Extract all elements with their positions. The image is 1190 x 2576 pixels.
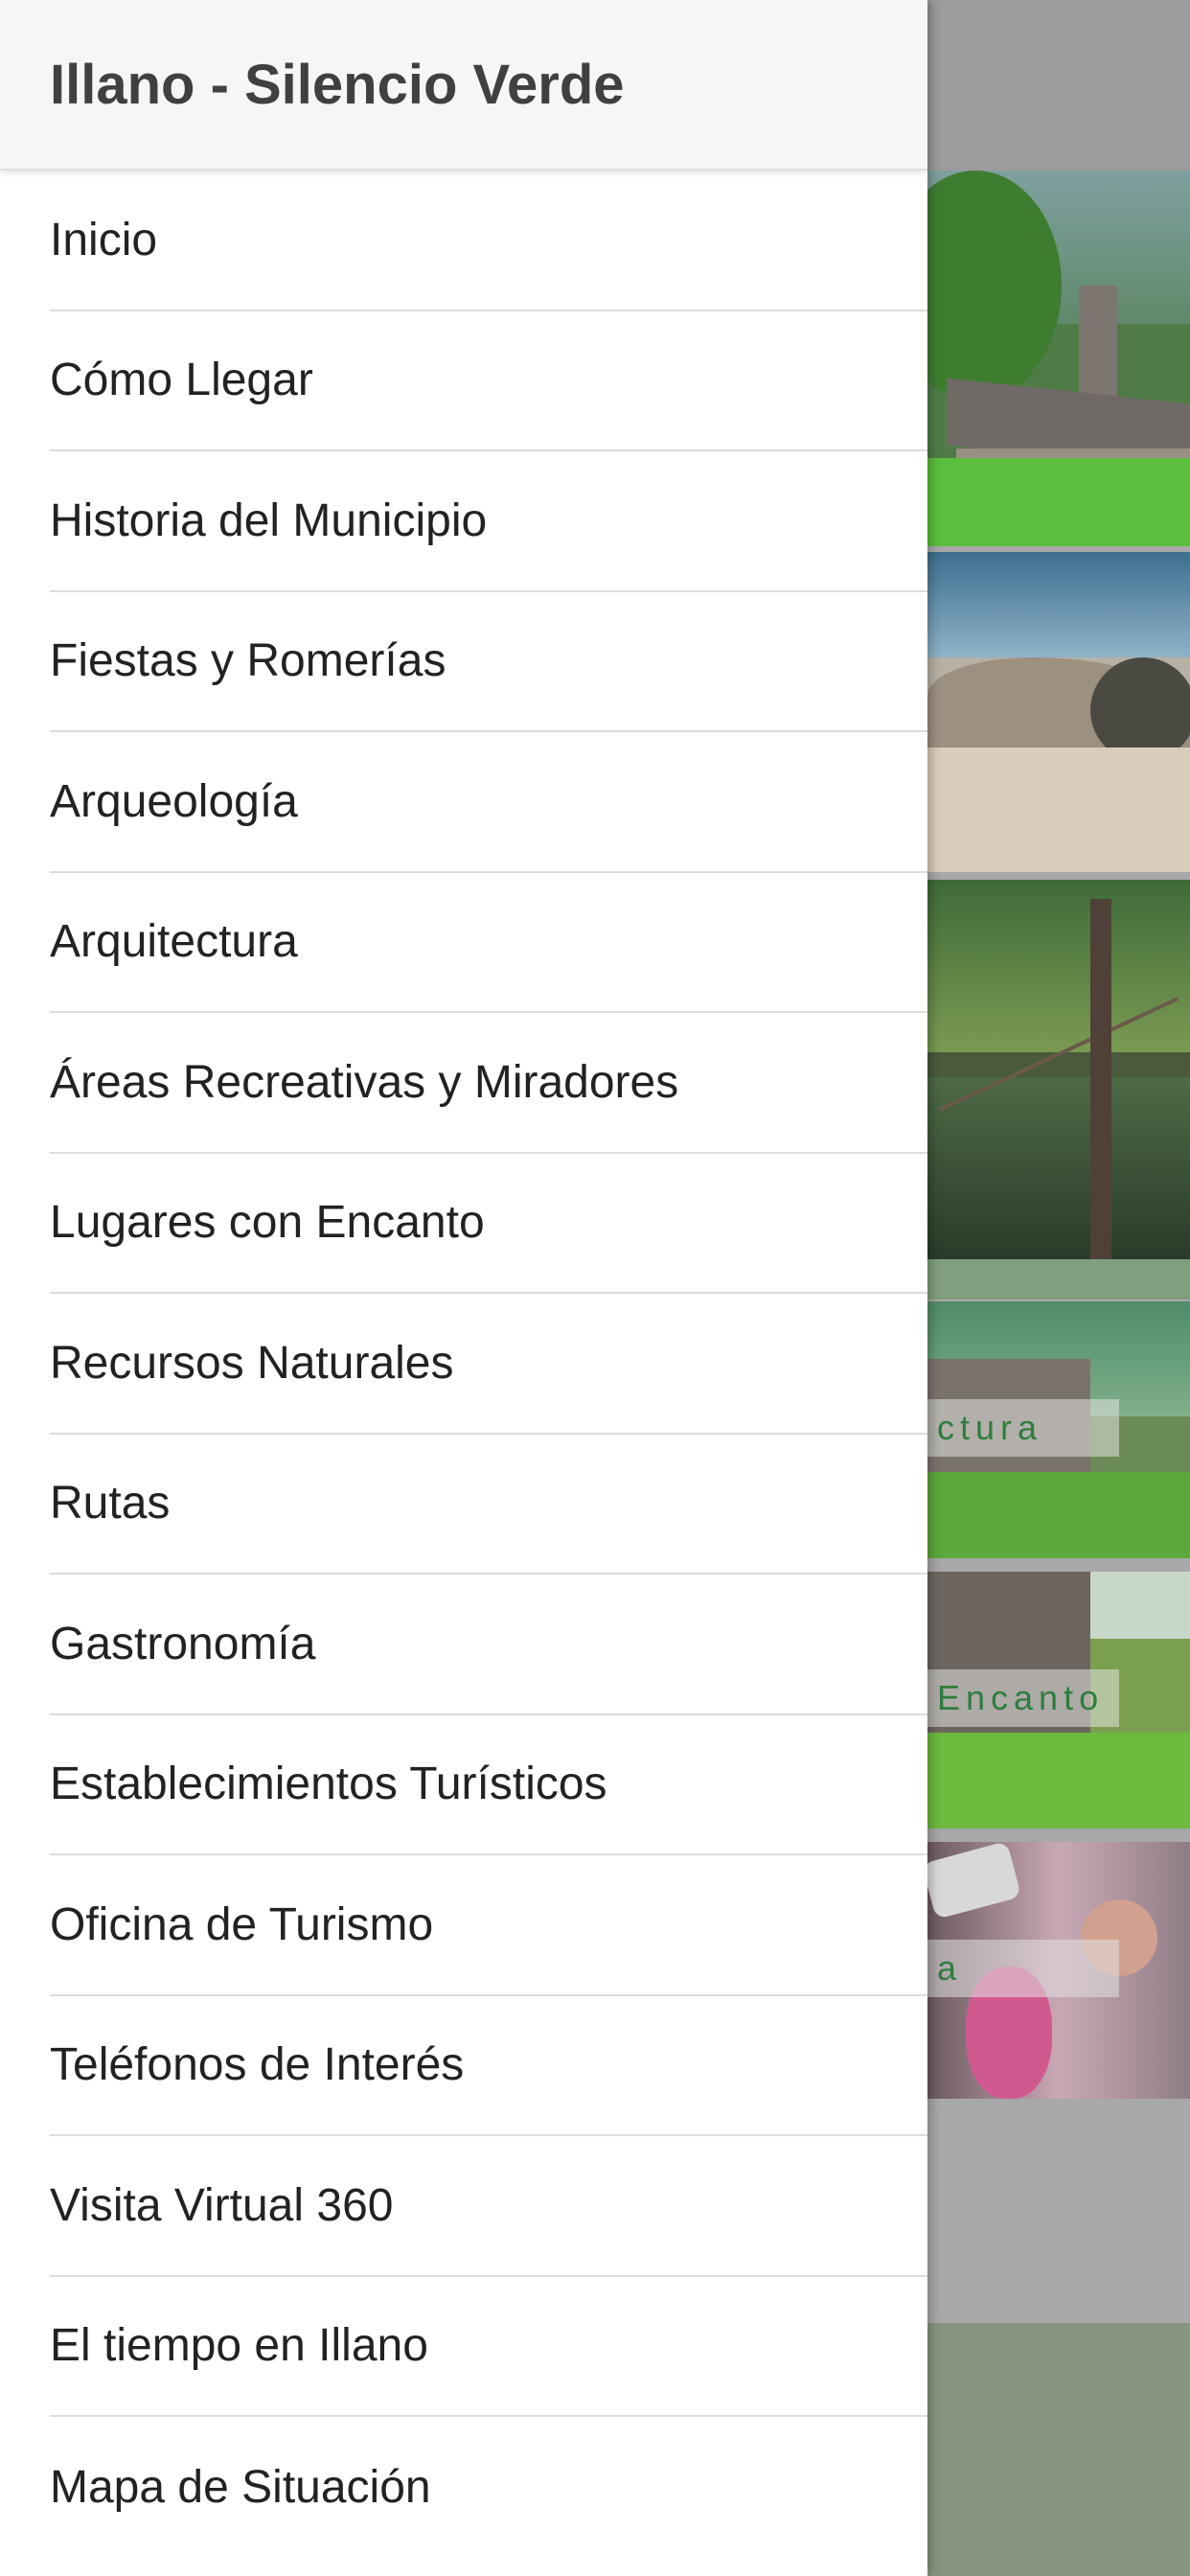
background-image-landscape	[927, 552, 1190, 872]
menu-item-oficina-turismo[interactable]: Oficina de Turismo	[50, 1855, 927, 1996]
menu-item-arqueologia[interactable]: Arqueología	[50, 732, 927, 873]
menu-item-areas-recreativas[interactable]: Áreas Recreativas y Miradores	[50, 1013, 927, 1154]
navigation-drawer: Illano - Silencio Verde Inicio Cómo Lleg…	[0, 0, 927, 2576]
menu-item-visita-virtual[interactable]: Visita Virtual 360	[50, 2136, 927, 2277]
menu-item-mapa[interactable]: Mapa de Situación	[50, 2417, 927, 2558]
menu-item-telefonos[interactable]: Teléfonos de Interés	[50, 1996, 927, 2136]
drawer-title: Illano - Silencio Verde	[50, 53, 625, 116]
menu-item-lugares[interactable]: Lugares con Encanto	[50, 1154, 927, 1294]
menu-item-fiestas[interactable]: Fiestas y Romerías	[50, 592, 927, 732]
tile-caption: Encanto	[927, 1669, 1119, 1727]
menu-item-establecimientos[interactable]: Establecimientos Turísticos	[50, 1715, 927, 1855]
background-tile-arquitectura: ctura	[927, 1301, 1190, 1558]
menu-item-arquitectura[interactable]: Arquitectura	[50, 873, 927, 1013]
menu-item-rutas[interactable]: Rutas	[50, 1435, 927, 1575]
menu-item-historia[interactable]: Historia del Municipio	[50, 451, 927, 592]
tile-caption: a	[927, 1940, 1119, 1997]
menu-item-gastronomia[interactable]: Gastronomía	[50, 1575, 927, 1715]
drawer-header: Illano - Silencio Verde	[0, 0, 927, 171]
menu-item-inicio[interactable]: Inicio	[50, 171, 927, 311]
menu-item-tiempo[interactable]: El tiempo en Illano	[50, 2277, 927, 2417]
tile-caption: ctura	[927, 1399, 1119, 1457]
menu-item-como-llegar[interactable]: Cómo Llegar	[50, 311, 927, 451]
background-tile-lugares: Encanto	[927, 1572, 1190, 1828]
menu-item-recursos[interactable]: Recursos Naturales	[50, 1294, 927, 1435]
background-image-church	[927, 171, 1190, 546]
background-footer	[927, 2323, 1190, 2576]
background-tile-gastronomia: a	[927, 1842, 1190, 2099]
background-image-forest	[927, 880, 1190, 1259]
drawer-menu: Inicio Cómo Llegar Historia del Municipi…	[0, 171, 927, 2558]
